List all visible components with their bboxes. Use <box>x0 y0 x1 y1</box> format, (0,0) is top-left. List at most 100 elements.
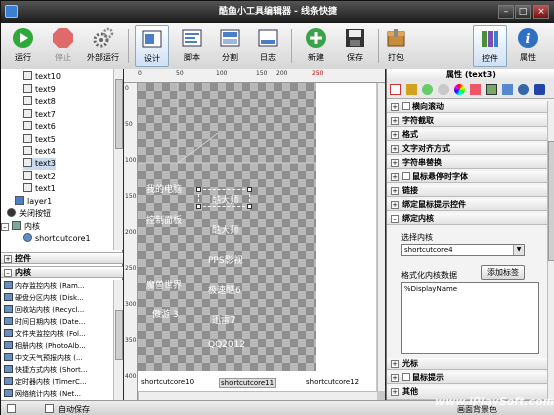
collapse-icon[interactable]: – <box>1 223 9 231</box>
prop-row[interactable]: + 光标 <box>387 358 547 370</box>
globe-icon[interactable] <box>518 84 529 95</box>
prop-row[interactable]: + 格式 <box>387 129 547 141</box>
kernel-header[interactable]: – 内核 <box>1 266 123 278</box>
tree-item[interactable]: text10 <box>23 71 61 83</box>
controls-toggle[interactable]: 控件 <box>473 25 507 67</box>
checkbox[interactable] <box>402 102 410 110</box>
canvas-text[interactable]: 魔兽世界 <box>146 278 182 291</box>
gear-icon[interactable] <box>438 84 449 95</box>
scroll-thumb[interactable] <box>115 310 123 360</box>
maximize-button[interactable]: □ <box>515 5 531 19</box>
scroll-thumb[interactable] <box>115 79 123 149</box>
kernel-list-item[interactable]: 时间日期内核 (Date... <box>1 317 113 328</box>
shortcut-caption[interactable]: shortcutcore10 <box>141 378 194 386</box>
kernel-list-item[interactable]: 硬盘分区内核 (Disk... <box>1 293 113 304</box>
tree-item[interactable]: text9 <box>23 84 56 96</box>
tree-item[interactable]: text8 <box>23 96 56 108</box>
minimize-button[interactable]: – <box>498 5 514 19</box>
close-button[interactable]: × <box>533 5 549 19</box>
add-tag-button[interactable]: 添加标签 <box>481 265 525 280</box>
shortcut-caption[interactable]: shortcutcore12 <box>306 378 359 386</box>
stop-button[interactable]: 停止 <box>47 25 79 67</box>
new-button[interactable]: 新建 <box>299 25 333 67</box>
tree-item[interactable]: text6 <box>23 121 56 133</box>
expand-icon: + <box>391 201 399 209</box>
tree-item[interactable]: text4 <box>23 146 56 158</box>
prop-row[interactable]: + 鼠标提示 <box>387 372 547 384</box>
tree-item[interactable]: layer1 <box>15 196 52 208</box>
resize-handle[interactable] <box>196 204 201 209</box>
prop-row[interactable]: + 链接 <box>387 185 547 197</box>
kernel-scrollbar[interactable] <box>113 280 123 400</box>
prop-row[interactable]: + 字符截取 <box>387 115 547 127</box>
tree-item-selected[interactable]: text3 <box>23 158 56 170</box>
split-tab[interactable]: 分割 <box>213 25 247 67</box>
resize-handle[interactable] <box>196 187 201 192</box>
canvas-text[interactable]: 傲游 3 <box>152 307 179 320</box>
controls-header[interactable]: + 控件 <box>1 252 123 264</box>
pencil-icon[interactable] <box>406 84 417 95</box>
canvas-text[interactable]: 酷大师 <box>212 223 239 236</box>
canvas-text[interactable]: 控制面板 <box>146 213 182 226</box>
image-icon[interactable] <box>486 84 497 95</box>
canvas-text[interactable]: QQ2012 <box>208 340 245 350</box>
font-icon[interactable] <box>470 84 481 95</box>
scroll-thumb[interactable] <box>548 141 554 261</box>
prop-row[interactable]: + 绑定鼠标提示控件 <box>387 199 547 211</box>
resize-handle[interactable] <box>247 204 252 209</box>
format-textarea[interactable]: %DisplayName <box>401 282 539 354</box>
save-button[interactable]: 保存 <box>338 25 372 67</box>
tree-item[interactable]: – 内核 <box>1 221 40 233</box>
script-tab[interactable]: 脚本 <box>175 25 209 67</box>
run-button[interactable]: 运行 <box>7 25 39 67</box>
canvas-text-selected[interactable]: 酷大师 <box>212 193 239 206</box>
chevron-down-icon[interactable]: ▼ <box>513 245 524 255</box>
properties-toggle[interactable]: i 属性 <box>511 25 545 67</box>
tree-item[interactable]: text7 <box>23 109 56 121</box>
prop-row-expanded[interactable]: – 绑定内核 <box>387 213 547 225</box>
canvas-text[interactable]: 极速酷6 <box>208 283 241 296</box>
pack-button[interactable]: 打包 <box>381 25 411 67</box>
doc-icon[interactable] <box>390 84 401 95</box>
kernel-list-item[interactable]: 文件夹监控内核 (Fol... <box>1 329 113 340</box>
design-tab[interactable]: 设计 <box>135 25 169 67</box>
kernel-list-item[interactable]: 中文天气预报内核 (... <box>1 353 113 364</box>
text-icon <box>23 183 32 192</box>
autosave-checkbox[interactable] <box>45 404 54 413</box>
cube-icon[interactable] <box>534 84 545 95</box>
kernel-select[interactable]: shortcutcore4 ▼ <box>401 244 525 256</box>
kernel-list-item[interactable]: 内存监控内核 (Ram... <box>1 281 113 292</box>
prop-row[interactable]: + 文字对齐方式 <box>387 143 547 155</box>
canvas-vscrollbar[interactable] <box>377 83 385 391</box>
checkbox[interactable] <box>402 172 410 180</box>
kernel-list-item[interactable]: 回收站内核 (Recycl... <box>1 305 113 316</box>
prop-row[interactable]: + 字符串替换 <box>387 157 547 169</box>
log-tab[interactable]: 日志 <box>251 25 285 67</box>
layers-icon[interactable] <box>502 84 513 95</box>
canvas-text[interactable]: PPS影视 <box>208 253 243 266</box>
resize-handle[interactable] <box>247 187 252 192</box>
checkbox[interactable] <box>402 373 410 381</box>
tree-item[interactable]: text1 <box>23 183 56 195</box>
prop-row[interactable]: + 鼠标悬停时字体 <box>387 171 547 183</box>
color-icon[interactable] <box>454 84 465 95</box>
properties-scrollbar[interactable] <box>547 101 554 400</box>
kernel-list-item[interactable]: 定时器内核 (TimerC... <box>1 377 113 388</box>
kernel-list-item[interactable]: 相册内核 (PhotoAlb... <box>1 341 113 352</box>
shortcut-caption[interactable]: shortcutcore11 <box>219 378 277 388</box>
external-run-button[interactable]: 外部运行 <box>83 25 123 67</box>
tree-scrollbar[interactable] <box>113 69 123 250</box>
prop-row[interactable]: + 横向滚动 <box>387 101 547 113</box>
kernel-list-item[interactable]: 快捷方式内核 (Short... <box>1 365 113 376</box>
tree-item[interactable]: text2 <box>23 171 56 183</box>
tree-item[interactable]: text5 <box>23 134 56 146</box>
tree-item[interactable]: shortcutcore1 <box>23 233 91 245</box>
canvas-text[interactable]: 迅雷7 <box>212 313 236 326</box>
tree-item[interactable]: 关闭按钮 <box>7 208 51 220</box>
ruler-label: 50 <box>176 70 184 77</box>
widget-canvas[interactable]: 我的电脑 控制面板 魔兽世界 傲游 3 酷大师 酷大师 PPS影视 极速酷6 迅… <box>138 83 316 371</box>
link-icon[interactable] <box>422 84 433 95</box>
kernel-list-item[interactable]: 网络统计内核 (Net... <box>1 389 113 399</box>
canvas-hscrollbar[interactable] <box>138 391 377 400</box>
canvas-text[interactable]: 我的电脑 <box>146 182 182 195</box>
